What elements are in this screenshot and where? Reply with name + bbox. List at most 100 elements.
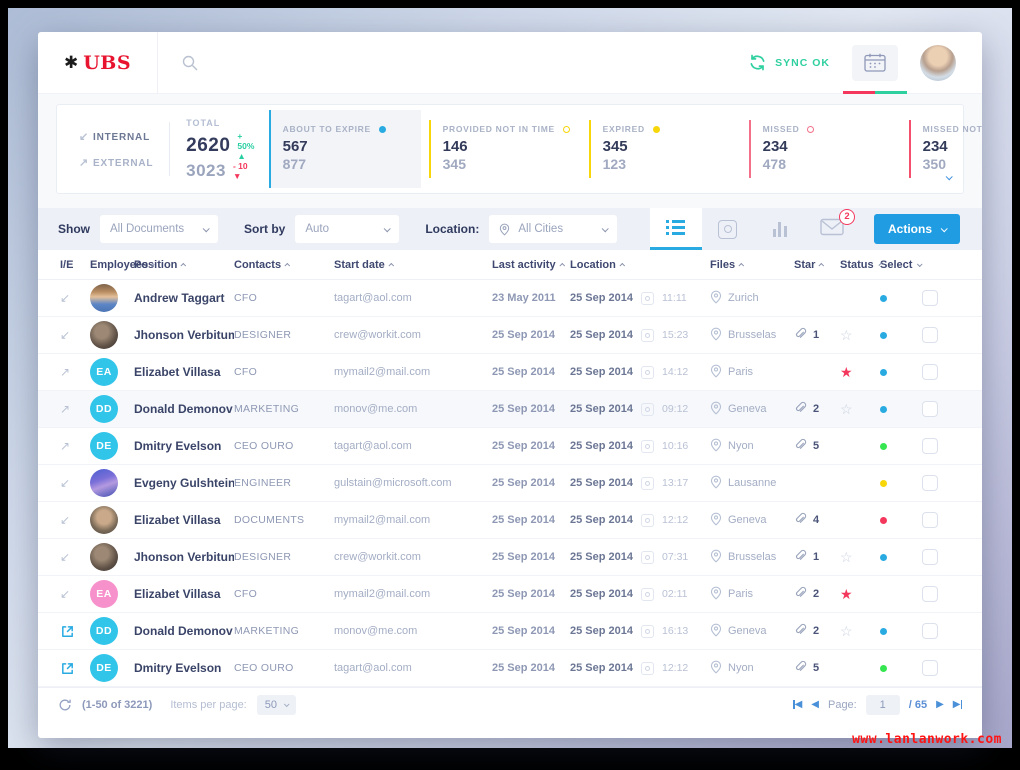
table-row[interactable]: ↗ DD Donald Demonov MARKETING monov@me.com 25… bbox=[38, 391, 982, 428]
table-row[interactable]: ↙ Andrew Taggart CFO tagart@aol.com 23 May 2… bbox=[38, 280, 982, 317]
calendar-button[interactable] bbox=[843, 44, 907, 94]
search-button[interactable] bbox=[182, 55, 198, 71]
table-row[interactable]: ↗ DE Dmitry Evelson CEO OURO tagart@aol.com 2… bbox=[38, 428, 982, 465]
status-dot bbox=[880, 517, 887, 524]
status-cell bbox=[880, 511, 922, 529]
internal-arrow-icon: ↙ bbox=[79, 130, 90, 143]
star-icon[interactable]: ★ bbox=[840, 365, 880, 379]
sort-caret-icon bbox=[818, 262, 825, 269]
items-per-page-dropdown[interactable]: 50 bbox=[256, 694, 296, 715]
stat-card-label: MISSED NOT IN TIME bbox=[922, 124, 982, 134]
row-checkbox[interactable] bbox=[922, 327, 938, 343]
location-label: Location: bbox=[425, 222, 480, 236]
table-row[interactable]: DD Donald Demonov MARKETING monov@me.com 25 … bbox=[38, 613, 982, 650]
row-checkbox[interactable] bbox=[922, 290, 938, 306]
stat-value-primary: 234 bbox=[922, 138, 948, 155]
column-header[interactable]: Last activity bbox=[492, 259, 570, 271]
column-header[interactable]: Star bbox=[794, 259, 840, 271]
star-icon[interactable]: ★ bbox=[840, 587, 880, 601]
last-page-button[interactable]: ▶ bbox=[953, 699, 962, 710]
first-page-button[interactable]: ◀ bbox=[793, 699, 802, 710]
column-header[interactable]: Position bbox=[134, 259, 234, 271]
next-page-button[interactable]: ▶ bbox=[936, 699, 944, 710]
files-cell[interactable]: 2 bbox=[794, 586, 840, 602]
activity-date: 25 Sep 2014 bbox=[570, 329, 633, 341]
star-icon[interactable]: ☆ bbox=[840, 550, 880, 564]
column-header[interactable]: Files bbox=[710, 259, 794, 271]
row-checkbox[interactable] bbox=[922, 475, 938, 491]
status-cell bbox=[880, 400, 922, 418]
files-cell[interactable]: 2 bbox=[794, 401, 840, 417]
table-row[interactable]: ↙ Evgeny Gulshtein ENGINEER gulstain@micros… bbox=[38, 465, 982, 502]
column-header[interactable]: Status bbox=[840, 258, 882, 271]
sort-dropdown[interactable]: Auto bbox=[295, 215, 400, 243]
stat-card[interactable]: EXPIRED 345 123 bbox=[588, 120, 741, 178]
files-cell[interactable]: 1 bbox=[794, 549, 840, 565]
pin-icon bbox=[710, 327, 722, 344]
pin-icon bbox=[710, 475, 722, 492]
stat-card[interactable]: ABOUT TO EXPIRE 567 877 bbox=[268, 110, 421, 188]
column-header[interactable]: Employees bbox=[90, 259, 155, 271]
last-activity: 25 Sep 2014 10:16 bbox=[570, 439, 710, 453]
row-checkbox[interactable] bbox=[922, 401, 938, 417]
schedule-view-tab[interactable] bbox=[702, 208, 754, 250]
stat-dot-icon bbox=[378, 125, 386, 133]
employee-name: Andrew Taggart bbox=[134, 291, 225, 305]
refresh-icon[interactable] bbox=[58, 698, 72, 712]
row-checkbox[interactable] bbox=[922, 438, 938, 454]
row-checkbox[interactable] bbox=[922, 586, 938, 602]
messages-tab[interactable]: 2 bbox=[806, 208, 858, 250]
start-date: 25 Sep 2014 bbox=[492, 514, 555, 526]
paperclip-icon bbox=[794, 512, 807, 528]
files-cell[interactable]: 4 bbox=[794, 512, 840, 528]
row-checkbox[interactable] bbox=[922, 623, 938, 639]
table-row[interactable]: DE Dmitry Evelson CEO OURO tagart@aol.com 25… bbox=[38, 650, 982, 687]
page-input[interactable] bbox=[865, 694, 900, 715]
external-row[interactable]: ↗ EXTERNAL bbox=[79, 156, 153, 169]
filter-bar: Show All Documents Sort by Auto Location… bbox=[38, 208, 982, 250]
location-dropdown[interactable]: All Cities bbox=[489, 215, 618, 243]
open-external-icon[interactable] bbox=[60, 624, 90, 639]
column-header-label: Status bbox=[840, 258, 874, 271]
files-cell[interactable]: 5 bbox=[794, 660, 840, 676]
column-header[interactable]: Select bbox=[880, 259, 923, 271]
last-activity: 25 Sep 2014 09:12 bbox=[570, 402, 710, 416]
column-header[interactable]: Start date bbox=[334, 259, 492, 271]
star-icon[interactable]: ☆ bbox=[840, 328, 880, 342]
show-dropdown[interactable]: All Documents bbox=[100, 215, 218, 243]
stats-collapse-chevron[interactable] bbox=[945, 167, 953, 185]
table-row[interactable]: ↙ Jhonson Verbitum DESIGNER crew@workit.com… bbox=[38, 317, 982, 354]
contact-email: mymail2@mail.com bbox=[334, 588, 431, 600]
user-avatar[interactable] bbox=[920, 44, 956, 81]
ubs-logo: ✱ UBS bbox=[38, 32, 158, 93]
row-checkbox[interactable] bbox=[922, 364, 938, 380]
chart-view-tab[interactable] bbox=[754, 208, 806, 250]
star-icon[interactable]: ☆ bbox=[840, 624, 880, 638]
files-cell[interactable]: 2 bbox=[794, 623, 840, 639]
row-checkbox[interactable] bbox=[922, 660, 938, 676]
table-row[interactable]: ↙ Elizabet Villasa DOCUMENTS mymail2@mail.c… bbox=[38, 502, 982, 539]
internal-row[interactable]: ↙ INTERNAL bbox=[79, 130, 153, 143]
table-row[interactable]: ↗ EA Elizabet Villasa CFO mymail2@mail.com 25… bbox=[38, 354, 982, 391]
column-header[interactable]: I/E bbox=[60, 259, 90, 271]
stat-card[interactable]: MISSED 234 478 bbox=[748, 120, 901, 178]
activity-date: 25 Sep 2014 bbox=[570, 366, 633, 378]
actions-button[interactable]: Actions bbox=[873, 214, 960, 244]
list-view-tab[interactable] bbox=[649, 208, 702, 250]
row-checkbox[interactable] bbox=[922, 549, 938, 565]
sync-status[interactable]: SYNC OK bbox=[748, 54, 830, 71]
table-row[interactable]: ↙ Jhonson Verbitum DESIGNER crew@workit.com… bbox=[38, 539, 982, 576]
location-name: Geneva bbox=[728, 514, 767, 526]
pin-icon bbox=[710, 401, 722, 418]
files-cell[interactable]: 5 bbox=[794, 438, 840, 454]
table-row[interactable]: ↙ EA Elizabet Villasa CFO mymail2@mail.com 25… bbox=[38, 576, 982, 613]
stat-card[interactable]: PROVIDED NOT IN TIME 146 345 bbox=[428, 120, 581, 178]
open-external-icon[interactable] bbox=[60, 661, 90, 676]
files-cell[interactable]: 1 bbox=[794, 327, 840, 343]
prev-page-button[interactable]: ◀ bbox=[811, 699, 819, 710]
row-checkbox[interactable] bbox=[922, 512, 938, 528]
star-icon[interactable]: ☆ bbox=[840, 402, 880, 416]
column-header[interactable]: Location bbox=[570, 259, 710, 271]
column-header[interactable]: Contacts bbox=[234, 259, 334, 271]
paperclip-icon bbox=[794, 623, 807, 639]
